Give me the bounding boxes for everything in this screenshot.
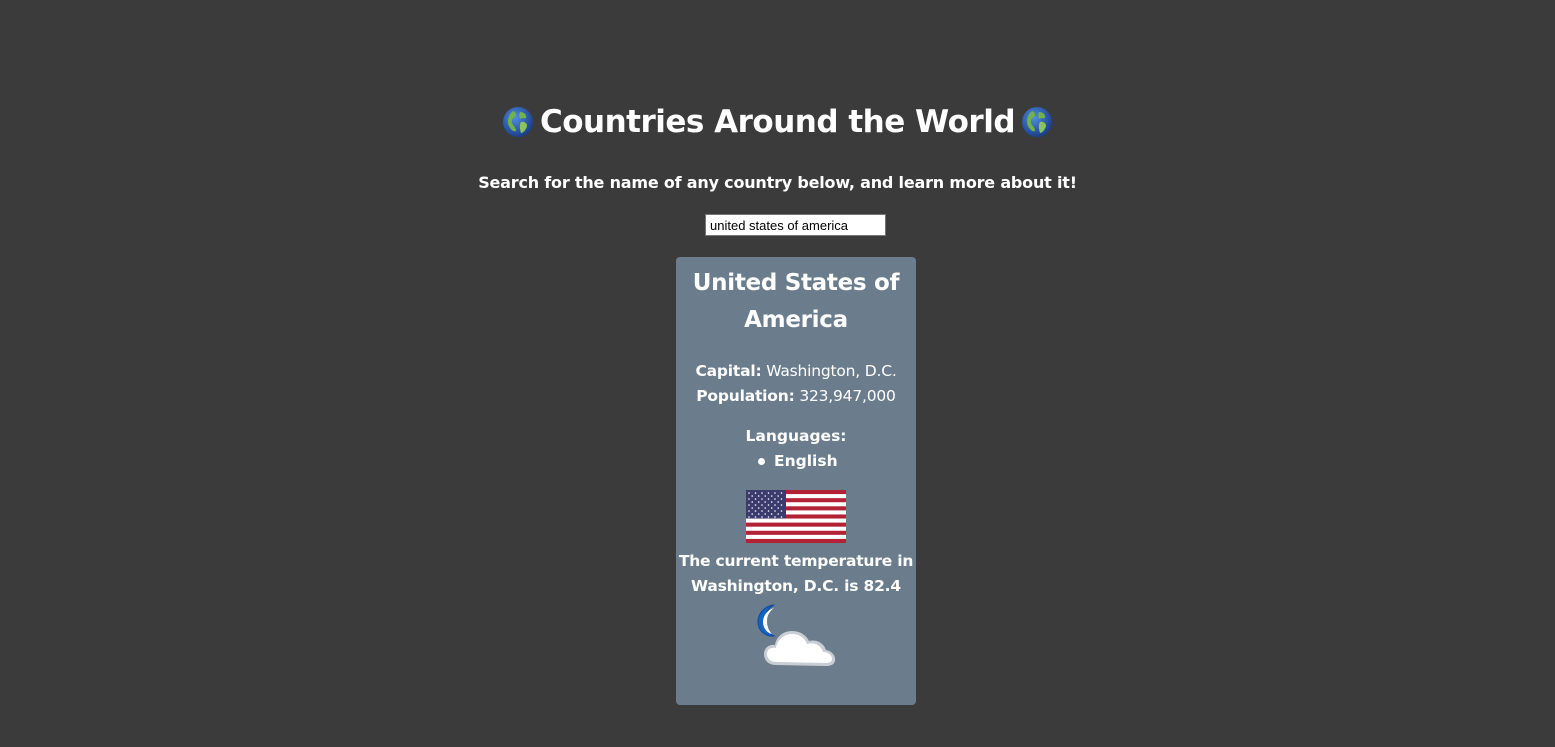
subtitle: Search for the name of any country below… [478, 173, 1077, 192]
population-label: Population: [696, 387, 795, 405]
languages-heading: Languages: [745, 427, 847, 445]
page-title: Countries Around the World [539, 104, 1016, 140]
country-facts: Capital: Washington, D.C. Population: 32… [676, 359, 916, 409]
population-value: 323,947,000 [799, 387, 896, 405]
us-flag-icon [746, 490, 846, 543]
bullet-icon [758, 457, 765, 465]
moon-cloud-icon [757, 604, 836, 666]
header: Countries Around the World [0, 104, 1555, 140]
globe-icon [502, 107, 533, 137]
languages-list: English [758, 449, 838, 473]
list-item: English [758, 449, 838, 473]
country-name: United States of America [692, 270, 900, 333]
globe-icon [1022, 107, 1053, 137]
temperature-text: The current temperature in Washington, D… [678, 552, 914, 595]
search-input[interactable] [705, 214, 886, 236]
population-row: Population: 323,947,000 [676, 384, 916, 409]
country-card: United States of America Capital: Washin… [676, 257, 916, 705]
language-name: English [774, 452, 838, 470]
page: Countries Around the World Search for th… [0, 0, 1555, 747]
capital-label: Capital: [695, 362, 762, 380]
capital-value: Washington, D.C. [766, 362, 897, 380]
capital-row: Capital: Washington, D.C. [676, 359, 916, 384]
